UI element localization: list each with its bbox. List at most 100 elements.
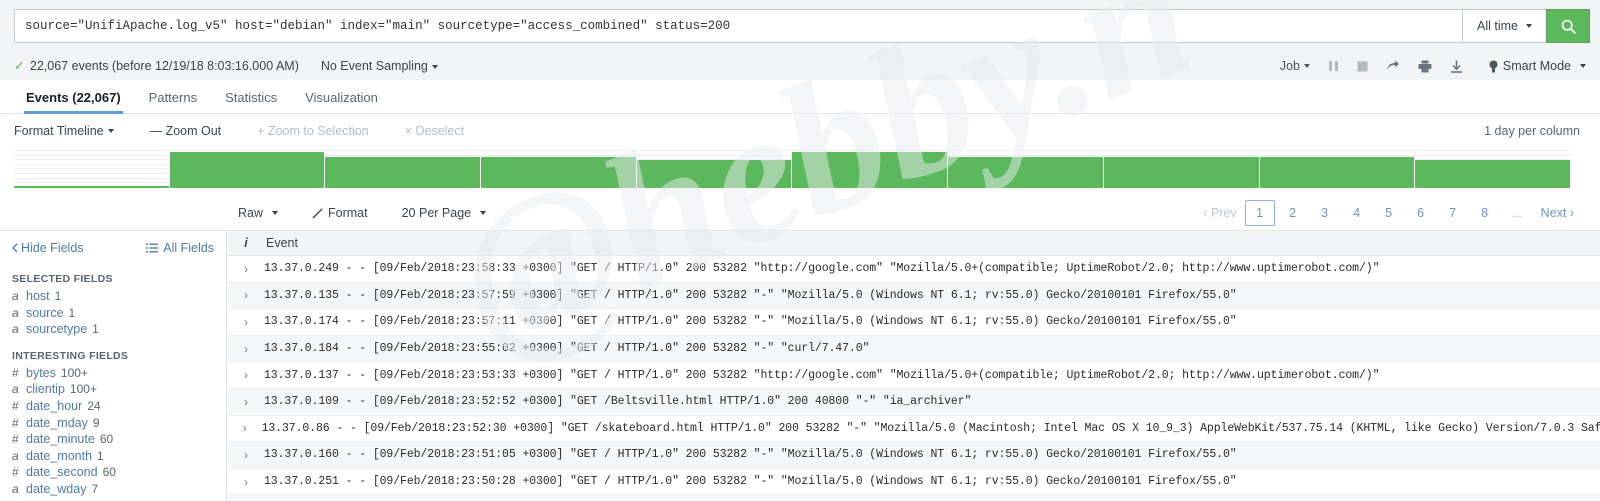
field-count: 9 [92, 415, 100, 430]
timeline-bar[interactable] [1415, 159, 1571, 188]
sidebar-field-date_wday[interactable]: a date_wday 7 [12, 481, 214, 498]
tab-patterns[interactable]: Patterns [135, 90, 211, 113]
per-page-dropdown[interactable]: 20 Per Page [402, 206, 487, 220]
chevron-right-icon[interactable]: › [228, 421, 262, 435]
job-menu-label: Job [1279, 59, 1300, 73]
timeline-bar[interactable] [1259, 157, 1416, 188]
sidebar-field-date_second[interactable]: # date_second 60 [12, 464, 214, 481]
field-name: date_month [26, 448, 93, 463]
field-name: date_wday [26, 481, 87, 496]
sidebar-field-clientip[interactable]: a clientip 100+ [12, 381, 214, 398]
table-row[interactable]: › 13.37.0.137 - - [09/Feb/2018:23:53:33 +… [228, 362, 1600, 389]
zoom-out-button[interactable]: — Zoom Out [150, 124, 222, 138]
page-next-button[interactable]: Next › [1541, 200, 1574, 226]
table-row[interactable]: › 13.37.0.86 - - [09/Feb/2018:23:52:30 +0… [228, 415, 1600, 443]
zoom-to-selection-button: + Zoom to Selection [257, 124, 369, 138]
sidebar-field-date_month[interactable]: a date_month 1 [12, 448, 214, 465]
chevron-right-icon[interactable]: › [228, 395, 264, 409]
timeline-bar[interactable] [14, 185, 170, 188]
deselect-button: × Deselect [404, 124, 465, 138]
sidebar-field-source[interactable]: a source 1 [12, 305, 214, 322]
event-raw-text: 13.37.0.251 - - [09/Feb/2018:23:50:28 +0… [264, 475, 1237, 489]
raw-view-dropdown[interactable]: Raw [238, 206, 279, 220]
chevron-right-icon[interactable]: › [228, 368, 264, 382]
timeline-bar[interactable] [169, 151, 326, 188]
share-button[interactable] [1386, 60, 1400, 72]
search-input[interactable]: source="UnifiApache.log_v5" host="debian… [14, 9, 1462, 43]
page-button-5[interactable]: 5 [1375, 200, 1403, 226]
field-count: 100+ [69, 382, 97, 397]
search-submit-button[interactable] [1546, 9, 1590, 43]
pause-icon [1328, 61, 1338, 71]
field-count: 60 [102, 465, 116, 480]
table-row[interactable]: ›13.37.0.92 - - [09/Feb/2018:23:49:44 +0… [228, 495, 1600, 501]
chevron-right-icon[interactable]: › [228, 315, 264, 329]
timeline-bar[interactable] [636, 159, 793, 188]
export-button[interactable] [1450, 60, 1463, 73]
sidebar-field-date_hour[interactable]: # date_hour 24 [12, 398, 214, 415]
events-table-header: i Event [228, 231, 1600, 256]
page-button-2[interactable]: 2 [1279, 200, 1307, 226]
job-menu-button[interactable]: Job [1280, 59, 1310, 73]
field-count: 1 [68, 305, 76, 320]
stop-button[interactable] [1357, 61, 1368, 72]
table-row[interactable]: › 13.37.0.109 - - [09/Feb/2018:23:52:52 +… [228, 388, 1600, 416]
tab-events-label: Events (22,067) [26, 90, 121, 105]
sidebar-field-date_minute[interactable]: # date_minute 60 [12, 431, 214, 448]
pencil-icon [312, 208, 323, 218]
field-count: 60 [99, 432, 114, 447]
pause-button[interactable] [1328, 60, 1339, 72]
results-tabs: Events (22,067) Patterns Statistics Visu… [0, 80, 1600, 114]
page-button-3[interactable]: 3 [1311, 200, 1339, 226]
page-button-8[interactable]: 8 [1471, 200, 1499, 226]
events-timeline-chart[interactable] [14, 148, 1571, 188]
timeline-bar[interactable] [481, 157, 637, 188]
page-button-7[interactable]: 7 [1439, 200, 1467, 226]
table-row[interactable]: › 13.37.0.135 - - [09/Feb/2018:23:57:59 +… [228, 282, 1600, 310]
column-header-info: i [244, 236, 248, 250]
chevron-down-icon [107, 129, 114, 133]
tab-visualization[interactable]: Visualization [291, 90, 392, 113]
format-timeline-dropdown[interactable]: Format Timeline [14, 124, 114, 138]
hide-fields-button[interactable]: Hide Fields [12, 241, 84, 255]
timeline-bar[interactable] [1103, 157, 1260, 188]
table-row[interactable]: › 13.37.0.174 - - [09/Feb/2018:23:57:11 +… [228, 309, 1600, 336]
table-row[interactable]: › 13.37.0.184 - - [09/Feb/2018:23:55:02 +… [228, 335, 1600, 363]
time-range-picker[interactable]: All time [1462, 9, 1546, 43]
timeline-scale-label: 1 day per column [1484, 124, 1580, 138]
selected-fields-list: a host 1 a source 1 a sourcetype 1 [12, 288, 214, 338]
table-row[interactable]: › 13.37.0.251 - - [09/Feb/2018:23:50:28 +… [228, 468, 1600, 496]
all-fields-button[interactable]: All Fields [146, 241, 214, 255]
sidebar-field-sourcetype[interactable]: a sourcetype 1 [12, 321, 214, 338]
chevron-right-icon[interactable]: › [228, 288, 264, 302]
pagination: ‹ Prev 1 2 3 4 5 6 7 8 ... Next › [1201, 200, 1576, 226]
search-icon [1561, 19, 1576, 34]
field-name: date_minute [26, 432, 95, 447]
print-button[interactable] [1418, 60, 1432, 73]
page-button-4[interactable]: 4 [1343, 200, 1371, 226]
table-row[interactable]: › 13.37.0.160 - - [09/Feb/2018:23:51:05 +… [228, 442, 1600, 469]
search-mode-label: Smart Mode [1502, 59, 1571, 73]
table-row[interactable]: › 13.37.0.249 - - [09/Feb/2018:23:58:33 +… [228, 256, 1600, 283]
page-button-6[interactable]: 6 [1407, 200, 1435, 226]
chevron-right-icon[interactable]: › [228, 262, 264, 276]
sidebar-field-host[interactable]: a host 1 [12, 288, 214, 305]
timeline-bar[interactable] [325, 157, 482, 188]
field-name: source [26, 305, 64, 320]
tab-events[interactable]: Events (22,067) [12, 90, 135, 114]
search-mode-selector[interactable]: Smart Mode [1489, 59, 1586, 73]
chevron-right-icon[interactable]: › [228, 475, 264, 489]
sidebar-field-date_mday[interactable]: # date_mday 9 [12, 415, 214, 432]
event-sampling-dropdown[interactable]: No Event Sampling [321, 59, 438, 73]
sidebar-field-bytes[interactable]: # bytes 100+ [12, 365, 214, 382]
events-table: i Event › 13.37.0.249 - - [09/Feb/2018:23… [228, 230, 1600, 501]
chevron-down-icon [1525, 24, 1532, 28]
field-type-icon: # [12, 432, 19, 447]
tab-statistics[interactable]: Statistics [211, 90, 291, 113]
page-button-1[interactable]: 1 [1244, 200, 1275, 226]
chevron-right-icon[interactable]: › [228, 448, 264, 462]
chevron-right-icon[interactable]: › [228, 342, 264, 356]
timeline-bar[interactable] [792, 151, 949, 188]
format-button[interactable]: Format [312, 206, 368, 220]
timeline-bar[interactable] [948, 157, 1104, 188]
